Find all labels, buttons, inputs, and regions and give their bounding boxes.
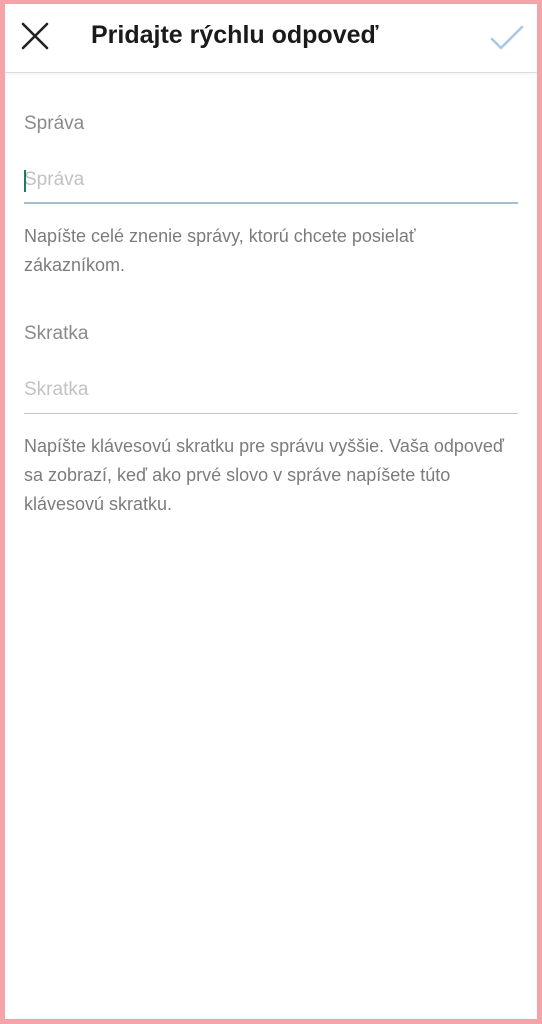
shortcut-section: Skratka Napíšte klávesovú skratku pre sp… bbox=[24, 322, 518, 519]
message-input[interactable] bbox=[24, 160, 518, 200]
page-title: Pridajte rýchlu odpoveď bbox=[91, 21, 379, 49]
confirm-button[interactable] bbox=[485, 16, 529, 60]
shortcut-label: Skratka bbox=[24, 323, 89, 344]
check-icon bbox=[490, 25, 524, 50]
shortcut-helper-text: Napíšte klávesovú skratku pre správu vyš… bbox=[24, 436, 504, 514]
shortcut-input[interactable] bbox=[24, 370, 518, 410]
message-field[interactable] bbox=[24, 160, 518, 204]
message-helper-text: Napíšte celé znenie správy, ktorú chcete… bbox=[24, 226, 416, 275]
shortcut-field[interactable] bbox=[24, 370, 518, 414]
message-underline bbox=[24, 202, 518, 204]
screen: Pridajte rýchlu odpoveď Správa Napíšte c… bbox=[5, 4, 537, 1019]
close-button[interactable] bbox=[15, 16, 55, 56]
app-bar: Pridajte rýchlu odpoveď bbox=[5, 4, 537, 73]
shortcut-underline bbox=[24, 413, 518, 414]
message-section: Správa Napíšte celé znenie správy, ktorú… bbox=[24, 112, 518, 280]
text-cursor bbox=[24, 170, 26, 192]
message-label: Správa bbox=[24, 113, 85, 134]
close-icon bbox=[21, 22, 49, 50]
